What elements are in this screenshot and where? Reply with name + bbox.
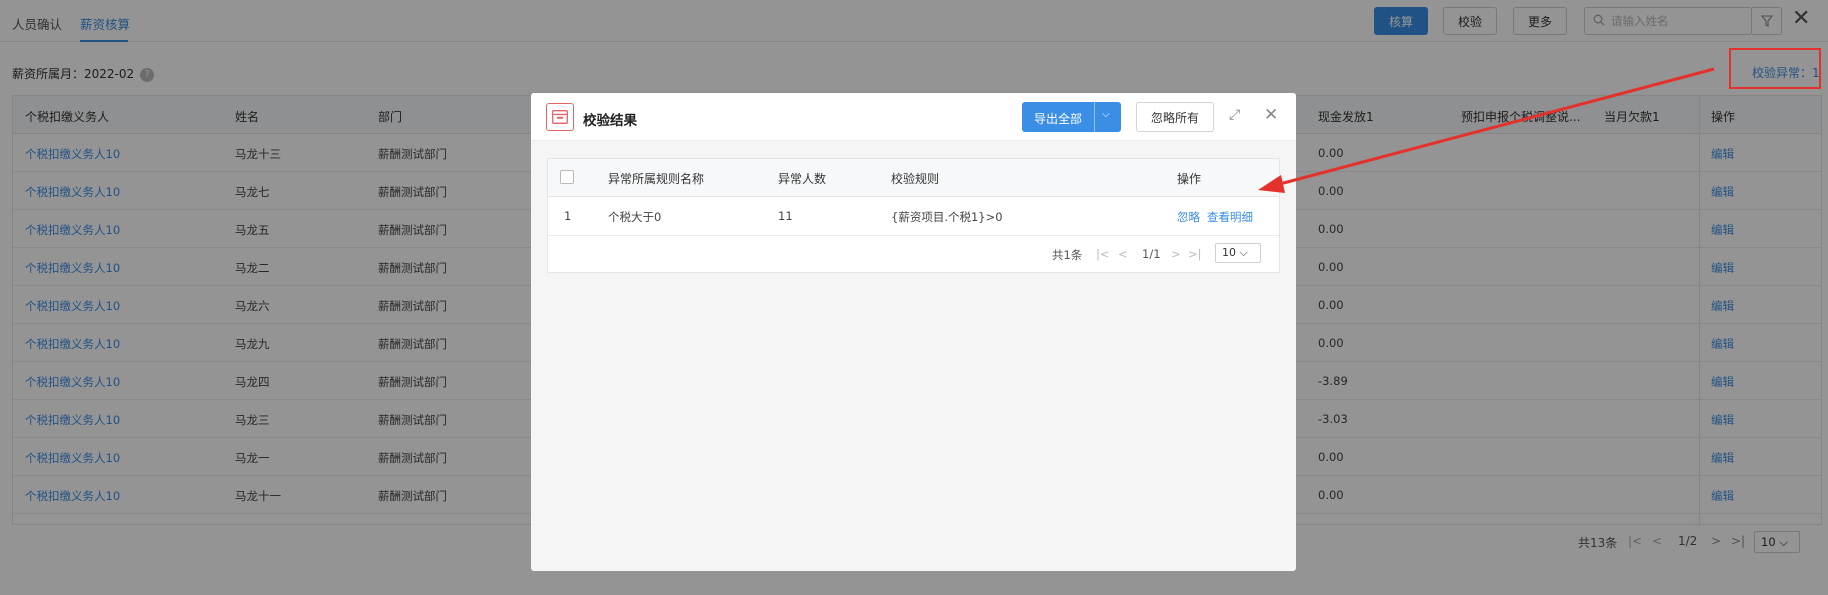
arrow-annotation xyxy=(1258,67,1715,193)
